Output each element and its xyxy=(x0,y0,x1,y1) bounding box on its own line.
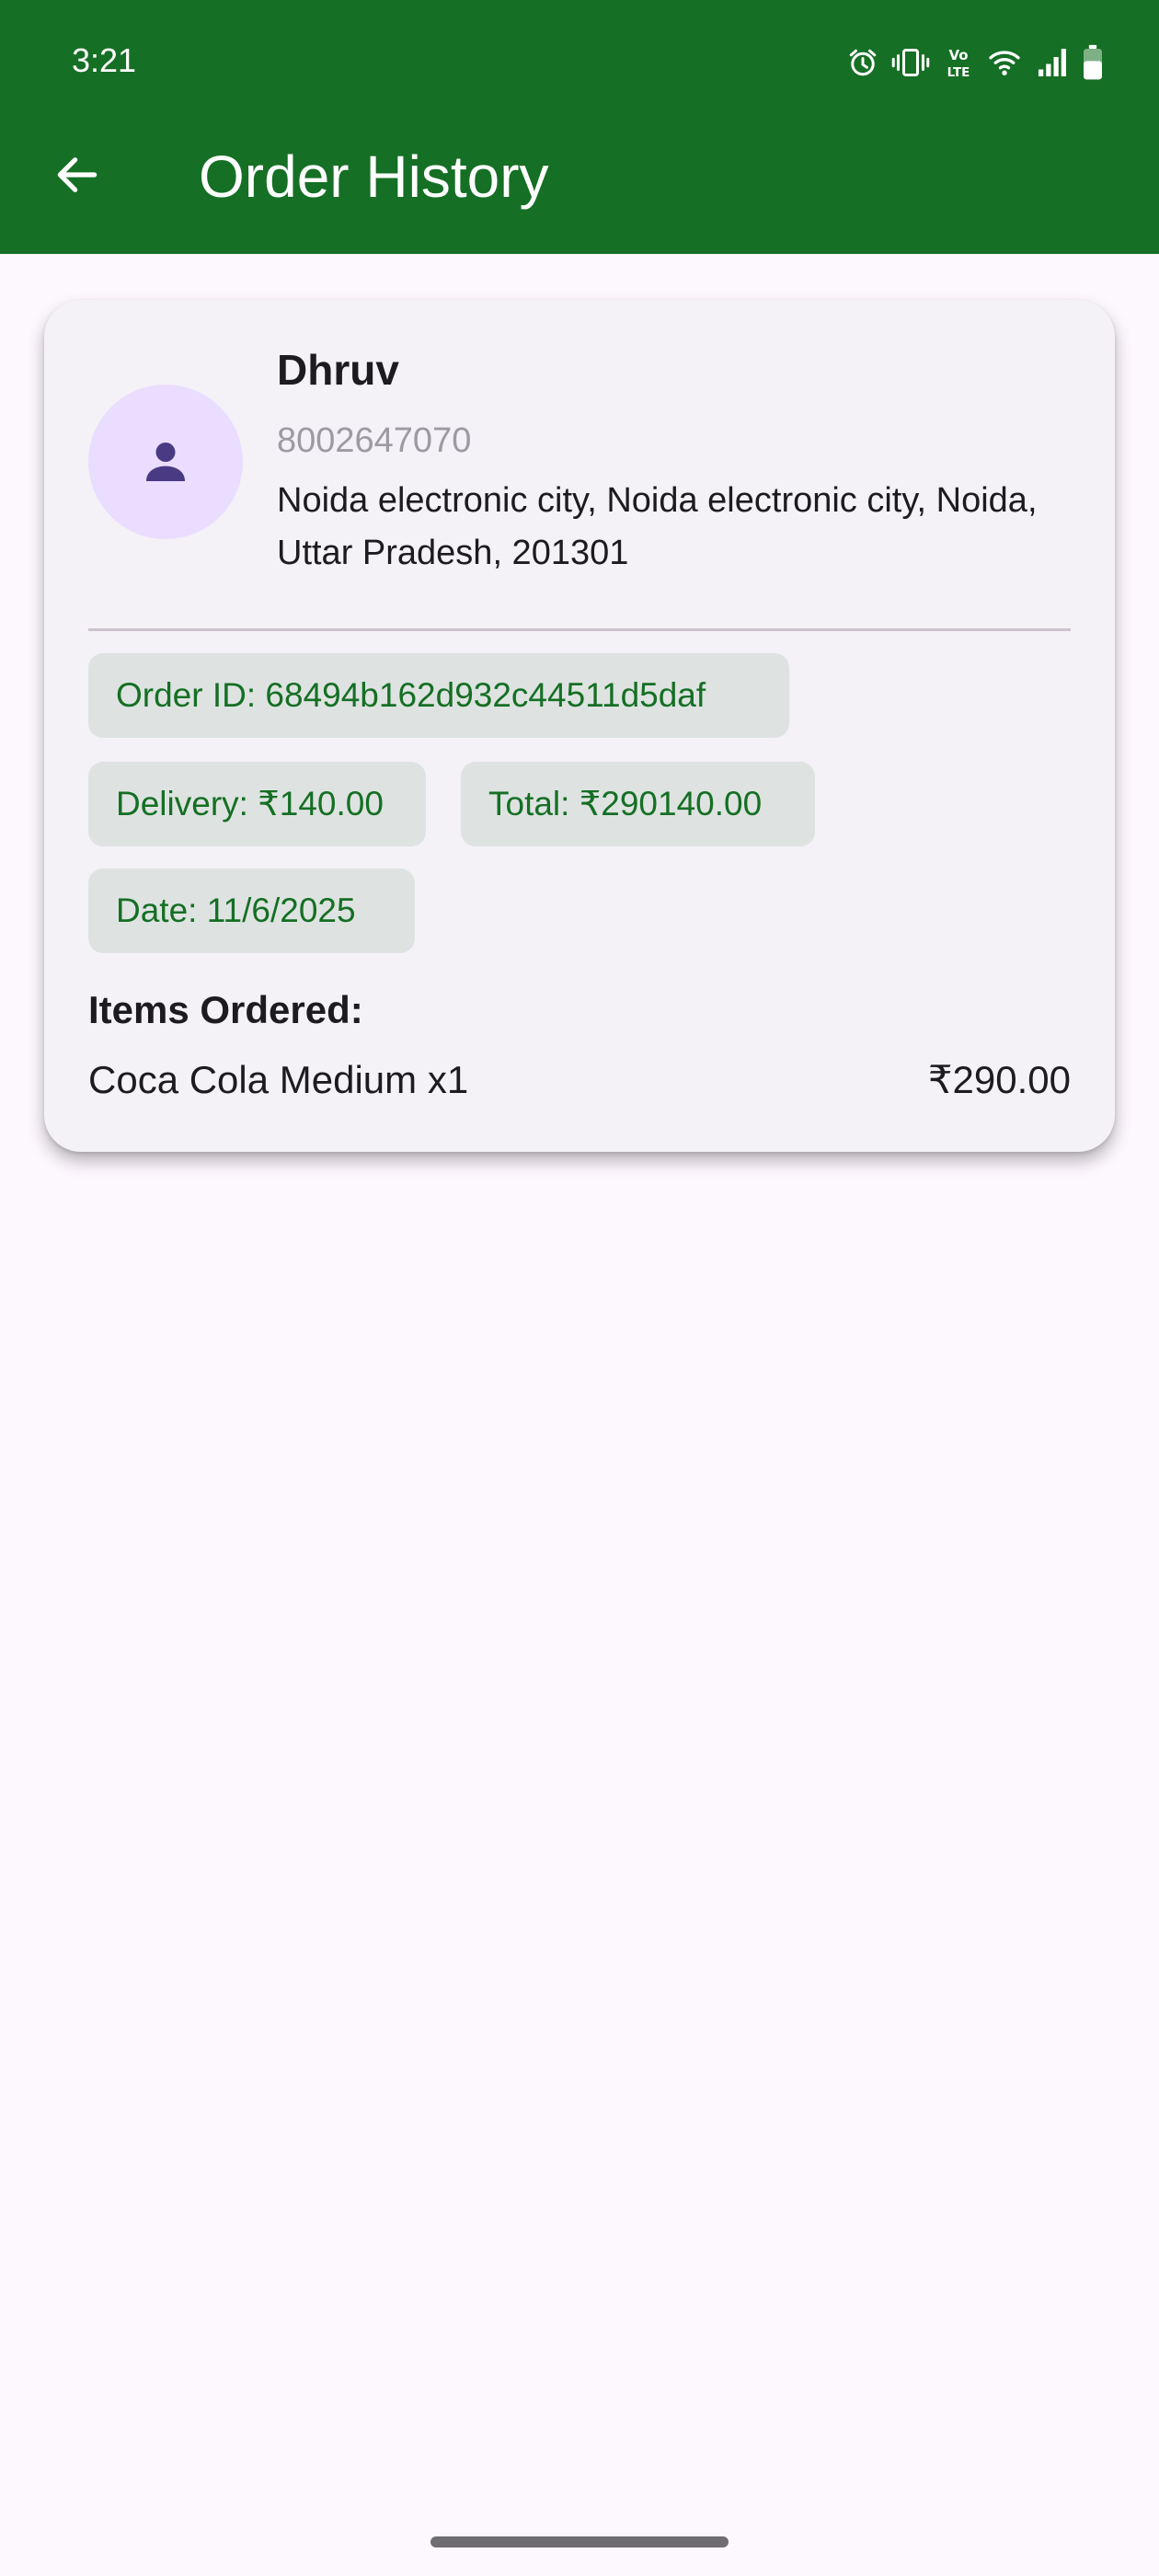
total-chip: Total: ₹290140.00 xyxy=(461,762,815,846)
list-item: Coca Cola Medium x1 ₹290.00 xyxy=(88,1056,1071,1104)
svg-text:Vo: Vo xyxy=(948,47,968,63)
customer-name: Dhruv xyxy=(277,346,399,394)
gesture-navigation-bar[interactable] xyxy=(430,2536,729,2547)
item-name: Coca Cola Medium x1 xyxy=(88,1058,469,1101)
arrow-back-icon xyxy=(57,157,98,192)
battery-icon xyxy=(1084,44,1102,80)
item-price: ₹290.00 xyxy=(927,1058,1071,1101)
vibrate-icon xyxy=(891,49,930,76)
signal-icon xyxy=(1039,49,1066,76)
svg-text:LTE: LTE xyxy=(947,65,970,80)
person-icon xyxy=(146,443,185,481)
volte-icon: Vo LTE xyxy=(947,47,970,80)
wifi-icon xyxy=(989,51,1020,75)
app-bar: 3:21 Vo LTE Order History xyxy=(0,0,1159,254)
page-title: Order History xyxy=(199,144,549,210)
status-time: 3:21 xyxy=(72,41,137,79)
alarm-icon xyxy=(849,49,877,76)
items-ordered-heading: Items Ordered: xyxy=(88,988,363,1031)
delivery-chip: Delivery: ₹140.00 xyxy=(88,762,426,846)
status-icons: Vo LTE xyxy=(846,40,1104,85)
customer-address: Noida electronic city, Noida electronic … xyxy=(277,481,1038,572)
date-chip: Date: 11/6/2025 xyxy=(88,868,415,953)
customer-phone: 8002647070 xyxy=(277,421,472,460)
divider xyxy=(88,628,1071,631)
avatar xyxy=(88,385,243,539)
order-id-chip: Order ID: 68494b162d932c44511d5daf xyxy=(88,653,789,738)
back-button[interactable] xyxy=(40,138,114,212)
order-card: Dhruv 8002647070 Noida electronic city, … xyxy=(44,300,1115,1152)
